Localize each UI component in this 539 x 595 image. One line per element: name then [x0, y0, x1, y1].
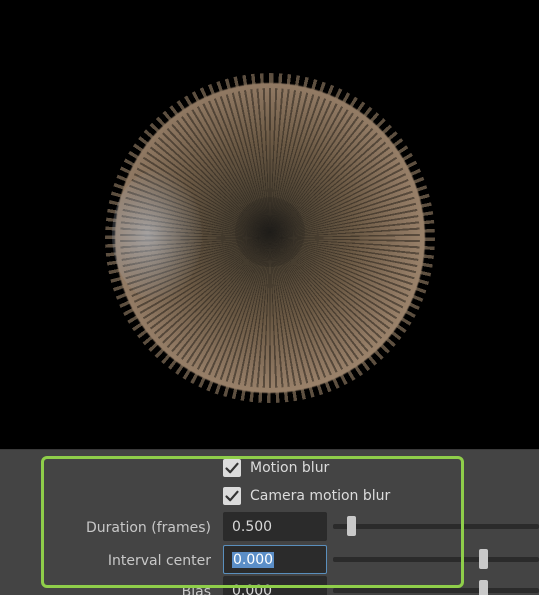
camera-motion-blur-checkbox[interactable]: [223, 487, 241, 505]
duration-label: Duration (frames): [86, 520, 211, 536]
interval-center-value-selected: 0.000: [232, 552, 275, 568]
fur-ball-motion-highlight: [112, 170, 202, 300]
interval-center-label: Interval center: [107, 553, 211, 569]
motion-blur-settings-panel: Motion blur Camera motion blur Duration …: [0, 449, 539, 595]
bias-slider-handle[interactable]: [478, 580, 488, 595]
duration-slider-track[interactable]: [333, 524, 539, 529]
interval-center-slider-handle[interactable]: [478, 549, 488, 569]
app-window: Motion blur Camera motion blur Duration …: [0, 0, 539, 595]
interval-center-field[interactable]: 0.000: [223, 545, 327, 574]
duration-row: Duration (frames) 0.500: [0, 512, 539, 542]
bias-label: Bias: [181, 584, 211, 595]
interval-center-row: Interval center 0.000: [0, 545, 539, 575]
bias-slider-track[interactable]: [333, 588, 539, 593]
checkmark-icon: [225, 490, 239, 502]
camera-motion-blur-row: Camera motion blur: [0, 482, 539, 512]
duration-field[interactable]: 0.500: [223, 512, 327, 541]
camera-motion-blur-label: Camera motion blur: [250, 488, 391, 504]
fur-ball-core: [235, 197, 305, 267]
duration-slider-handle[interactable]: [347, 516, 357, 536]
motion-blur-checkbox[interactable]: [223, 459, 241, 477]
motion-blur-label: Motion blur: [250, 460, 330, 476]
interval-center-slider-track[interactable]: [333, 557, 539, 562]
render-viewport[interactable]: [0, 0, 539, 449]
motion-blur-row: Motion blur: [0, 454, 539, 484]
checkmark-icon: [225, 462, 239, 474]
bias-row: Bias 0.000: [0, 576, 539, 595]
bias-field[interactable]: 0.000: [223, 576, 327, 595]
